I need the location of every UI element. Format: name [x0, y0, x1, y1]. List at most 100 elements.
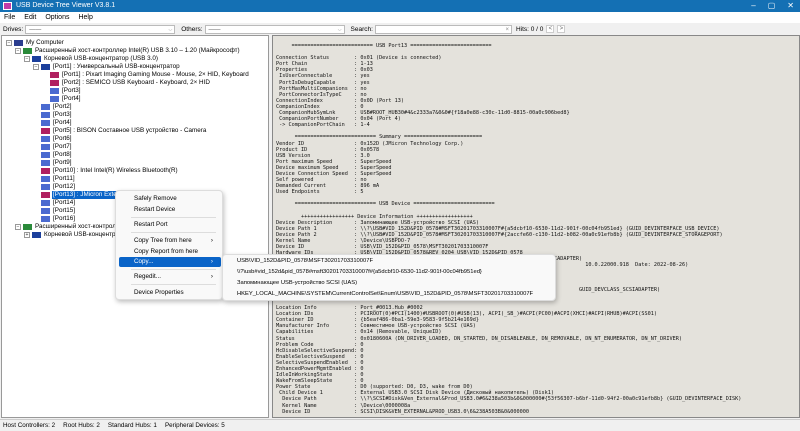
tree-item[interactable]: [Port2] : SEMICO USB Keyboard - Keyboard…	[50, 79, 211, 87]
tree-item[interactable]: [Port1] : Pixart Imaging Gaming Mouse - …	[50, 71, 250, 79]
chevron-down-icon: ⌵	[337, 26, 342, 33]
menu-edit[interactable]: Edit	[24, 12, 36, 23]
tree-item[interactable]: − My Computer	[6, 39, 65, 47]
prev-hit-button[interactable]: <	[546, 25, 555, 33]
tree-item[interactable]: [Port7]	[41, 143, 73, 151]
device-icon	[41, 192, 50, 198]
menu-options[interactable]: Options	[45, 12, 69, 23]
status-peripheral-devices: Peripheral Devices: 5	[164, 422, 225, 429]
port-icon	[41, 160, 50, 166]
drives-label: Drives:	[3, 25, 24, 33]
tree-item[interactable]: − [Port1] : Универсальный USB-концентрато…	[33, 63, 181, 71]
tree-item-label: My Computer	[26, 39, 64, 46]
tree-item-label: [Port6]	[53, 135, 72, 142]
others-select[interactable]: —— ⌵	[204, 24, 345, 34]
tree-item[interactable]: [Port2]	[41, 103, 73, 111]
tree-item[interactable]: [Port6]	[41, 135, 73, 143]
chevron-right-icon: ›	[210, 273, 213, 280]
menu-safely-remove[interactable]: Safely Remove	[119, 194, 221, 204]
tree-item[interactable]: [Port10] : Intel Intel(R) Wireless Bluet…	[41, 167, 179, 175]
controller-icon	[23, 48, 32, 54]
menu-help[interactable]: Help	[78, 12, 92, 23]
separator	[131, 232, 216, 233]
report-pane[interactable]: ========================== USB Port13 ==…	[272, 35, 800, 418]
tree-item-label: [Port1] : Универсальный USB-концентратор	[53, 63, 180, 70]
tree-item[interactable]: [Port4]	[41, 119, 73, 127]
menu-regedit[interactable]: Regedit... ›	[119, 272, 221, 282]
tree-item[interactable]: [Port5] : BISON Составное USB устройство…	[41, 127, 207, 135]
clear-search-icon[interactable]: ×	[505, 26, 509, 34]
tree-item[interactable]: [Port15]	[41, 207, 76, 215]
tree-item-label: [Port4]	[62, 95, 81, 102]
tree-item[interactable]: + Корневой USB-концентратор	[24, 231, 130, 239]
tree-item[interactable]: − Расширенный хост-контроллер Intel(R) US…	[15, 47, 241, 55]
tree-item-label: [Port12]	[53, 183, 76, 190]
next-hit-button[interactable]: >	[557, 25, 566, 33]
maximize-button[interactable]: ▢	[768, 0, 776, 12]
tree-item-label: Расширенный хост-контроллер	[35, 223, 127, 230]
device-icon	[50, 80, 59, 86]
tree-item-label: [Port11]	[53, 175, 75, 182]
search-input[interactable]: ×	[374, 24, 512, 34]
menu-copy-tree[interactable]: Copy Tree from here ›	[119, 236, 221, 246]
menu-device-properties[interactable]: Device Properties	[119, 288, 221, 298]
tree-item-label: [Port8]	[53, 151, 72, 158]
port-icon	[41, 120, 50, 126]
others-label: Others:	[181, 25, 203, 33]
drives-select[interactable]: —— ⌵	[25, 24, 176, 34]
tree-item[interactable]: [Port11]	[41, 175, 76, 183]
collapse-icon[interactable]: −	[15, 48, 21, 54]
menu-copy[interactable]: Copy... ›	[119, 257, 221, 267]
port-icon	[41, 176, 50, 182]
expand-icon[interactable]: +	[24, 232, 30, 238]
tree-item[interactable]: [Port14]	[41, 199, 76, 207]
report-line: Device ID : SCSI\DISK&VEN_EXTERNAL&PROD_…	[276, 408, 529, 415]
tree-item[interactable]: [Port9]	[41, 159, 73, 167]
chevron-down-icon: ⌵	[168, 26, 173, 33]
minimize-button[interactable]: –	[751, 0, 755, 12]
tree-item-label: Корневой USB-концентратор (USB 3.0)	[44, 55, 159, 62]
chevron-right-icon: ›	[210, 237, 213, 244]
context-menu: Safely Remove Restart Device Restart Por…	[115, 190, 223, 300]
status-standard-hubs: Standard Hubs: 1	[107, 422, 157, 429]
separator	[131, 269, 216, 270]
tree-item[interactable]: [Port12]	[41, 183, 76, 191]
close-button[interactable]: ✕	[787, 0, 794, 12]
menu-bar: File Edit Options Help	[0, 12, 800, 23]
tree-item[interactable]: [Port3]	[41, 111, 73, 119]
menu-file[interactable]: File	[4, 12, 15, 23]
copy-device-path[interactable]: \\?\usb#vid_152d&pid_0578#msft3020170331…	[237, 267, 482, 277]
tree-item-label: [Port5] : BISON Составное USB устройство…	[53, 127, 207, 134]
tree-item[interactable]: [Port16]	[41, 215, 76, 223]
window-title: USB Device Tree Viewer V3.8.1	[16, 2, 116, 9]
tree-item-label: [Port15]	[53, 207, 76, 214]
drives-value: ——	[29, 26, 42, 33]
menu-restart-device[interactable]: Restart Device	[119, 205, 221, 215]
collapse-icon[interactable]: −	[15, 224, 21, 230]
tree-item[interactable]: − Корневой USB-концентратор (USB 3.0)	[24, 55, 159, 63]
hits-count: Hits: 0 / 0	[515, 25, 544, 33]
copy-device-id[interactable]: USB\VID_152D&PID_0578\MSFT30201703310007…	[237, 256, 373, 266]
copy-description[interactable]: Запоминающее USB-устройство SCSI (UAS)	[237, 278, 357, 288]
port-icon	[50, 88, 59, 94]
collapse-icon[interactable]: −	[6, 40, 12, 46]
tree-item-label: [Port2] : SEMICO USB Keyboard - Keyboard…	[62, 79, 210, 86]
tree-item[interactable]: [Port4]	[50, 95, 82, 103]
menu-restart-port[interactable]: Restart Port	[119, 220, 221, 230]
menu-copy-report[interactable]: Copy Report from here	[119, 247, 221, 257]
port-icon	[41, 184, 50, 190]
menu-label: Device Properties	[134, 289, 184, 296]
collapse-icon[interactable]: −	[24, 56, 30, 62]
tree-item-label: [Port4]	[53, 119, 72, 126]
tree-item[interactable]: − Расширенный хост-контроллер	[15, 223, 128, 231]
hub-icon	[32, 232, 41, 238]
copy-registry-key[interactable]: HKEY_LOCAL_MACHINE\SYSTEM\CurrentControl…	[237, 289, 533, 299]
tree-item[interactable]: [Port8]	[41, 151, 73, 159]
port-icon	[41, 200, 50, 206]
port-icon	[41, 216, 50, 222]
title-bar: USB Device Tree Viewer V3.8.1 – ▢ ✕	[0, 0, 800, 12]
menu-label: Restart Port	[134, 221, 168, 228]
report-line: Status : 0x0180600A (DN_DRIVER_LOADED, D…	[276, 335, 683, 342]
collapse-icon[interactable]: −	[33, 64, 39, 70]
tree-item[interactable]: [Port3]	[50, 87, 82, 95]
